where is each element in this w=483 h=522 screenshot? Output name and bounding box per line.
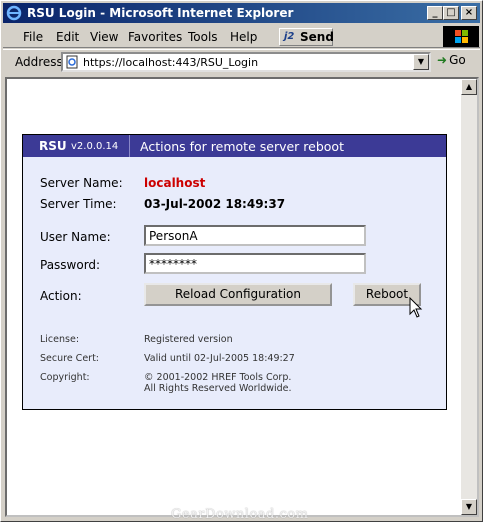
server-name-value: localhost — [144, 176, 206, 190]
menu-tools[interactable]: Tools — [188, 30, 218, 44]
maximize-button[interactable]: □ — [443, 6, 459, 20]
address-input[interactable]: https://localhost:443/RSU_Login ▼ — [61, 52, 431, 72]
page-content: ▲ ▼ RSU v2.0.0.14 Actions for remote ser… — [5, 77, 479, 517]
address-label: Address — [15, 55, 63, 69]
panel-header: RSU v2.0.0.14 Actions for remote server … — [23, 135, 446, 157]
go-arrow-icon: ➜ — [437, 53, 448, 67]
close-button[interactable]: × — [461, 6, 477, 20]
j2-logo: j2 — [284, 31, 295, 42]
copyright-line-1: © 2001-2002 HREF Tools Corp. — [144, 372, 292, 383]
panel-description: Actions for remote server reboot — [140, 139, 344, 154]
menu-file[interactable]: File — [23, 30, 43, 44]
go-button[interactable]: ➜ Go — [437, 53, 466, 67]
server-time-label: Server Time: — [40, 197, 117, 211]
license-label: License: — [40, 334, 80, 345]
go-label: Go — [449, 53, 466, 67]
title-bar[interactable]: RSU Login - Microsoft Internet Explorer … — [3, 3, 480, 23]
scroll-down-icon[interactable]: ▼ — [461, 499, 477, 515]
menu-help[interactable]: Help — [230, 30, 257, 44]
address-dropdown-icon[interactable]: ▼ — [413, 54, 429, 70]
scroll-up-icon[interactable]: ▲ — [461, 79, 477, 95]
menu-bar: File Edit View Favorites Tools Help j2 S… — [3, 25, 480, 48]
server-time-value: 03-Jul-2002 18:49:37 — [144, 197, 286, 211]
secure-cert-label: Secure Cert: — [40, 353, 99, 364]
server-name-label: Server Name: — [40, 176, 123, 190]
license-value: Registered version — [144, 334, 233, 345]
watermark: GearDownload.com — [171, 507, 309, 522]
windows-logo-icon — [443, 26, 479, 47]
username-input[interactable] — [144, 225, 366, 246]
ie-icon — [6, 5, 22, 21]
header-divider — [129, 135, 130, 157]
send-label: Send — [300, 30, 334, 44]
browser-window: RSU Login - Microsoft Internet Explorer … — [0, 0, 483, 522]
copyright-line-2: All Rights Reserved Worldwide. — [144, 383, 292, 394]
menu-favorites[interactable]: Favorites — [128, 30, 182, 44]
username-label: User Name: — [40, 230, 111, 244]
secure-cert-value: Valid until 02-Jul-2005 18:49:27 — [144, 353, 295, 364]
action-label: Action: — [40, 289, 82, 303]
password-input[interactable] — [144, 253, 366, 274]
reload-configuration-button[interactable]: Reload Configuration — [144, 283, 332, 306]
address-url: https://localhost:443/RSU_Login — [83, 56, 259, 69]
product-name: RSU — [39, 139, 67, 153]
menu-edit[interactable]: Edit — [56, 30, 79, 44]
password-label: Password: — [40, 258, 101, 272]
menu-view[interactable]: View — [90, 30, 118, 44]
minimize-button[interactable]: _ — [427, 6, 443, 20]
rsu-panel: RSU v2.0.0.14 Actions for remote server … — [22, 134, 447, 410]
page-icon — [66, 55, 78, 69]
vertical-scrollbar[interactable]: ▲ ▼ — [461, 79, 477, 515]
mouse-pointer-icon — [409, 297, 423, 318]
copyright-label: Copyright: — [40, 372, 90, 383]
address-bar: Address https://localhost:443/RSU_Login … — [3, 49, 480, 74]
window-title: RSU Login - Microsoft Internet Explorer — [27, 6, 294, 20]
product-version: v2.0.0.14 — [71, 141, 119, 152]
j2send-button[interactable]: j2 Send — [279, 28, 334, 46]
